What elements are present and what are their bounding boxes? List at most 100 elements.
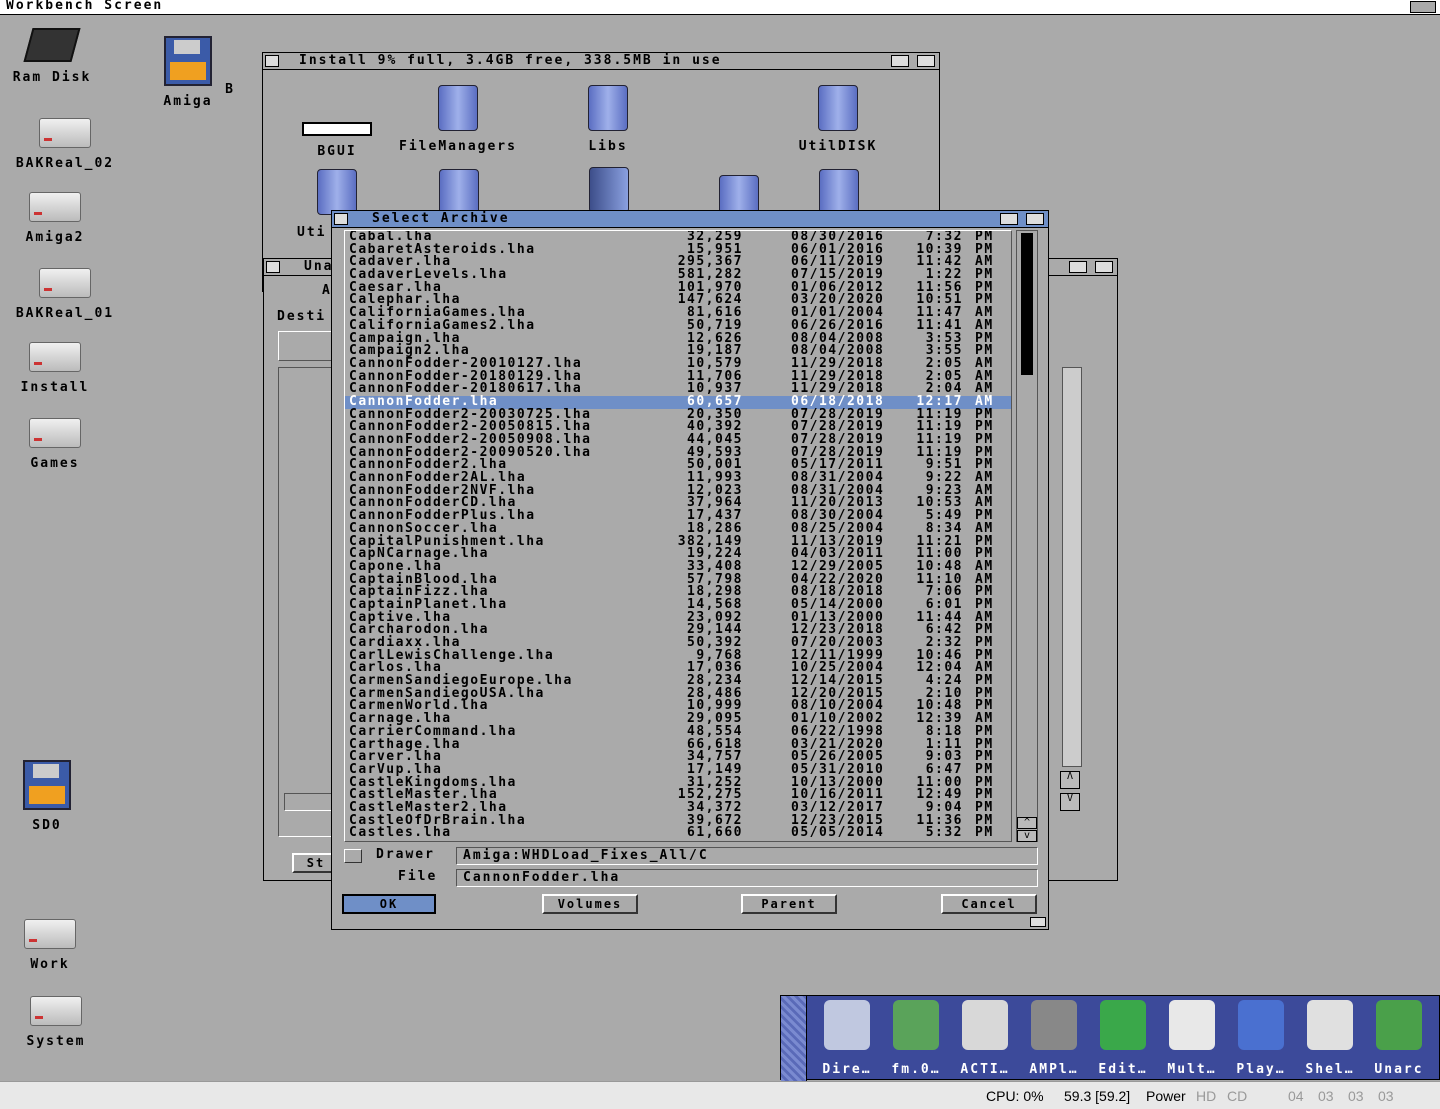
- desktop-icon-games[interactable]: Games: [5, 412, 105, 471]
- harddisk-icon: [29, 418, 81, 448]
- magnifier-icon: [1169, 1000, 1215, 1050]
- requester-title: Select Archive: [372, 211, 510, 226]
- unarc-list[interactable]: [278, 367, 338, 837]
- install-item-utildisk[interactable]: UtilDISK: [793, 85, 883, 154]
- volumes-button[interactable]: Volumes: [542, 894, 638, 914]
- zoom-gadget-icon[interactable]: [1069, 261, 1087, 273]
- scroll-thumb[interactable]: [1021, 233, 1033, 375]
- unarc-scrollbar[interactable]: [1062, 367, 1082, 767]
- file-field[interactable]: CannonFodder.lha: [456, 869, 1038, 887]
- zoom-gadget-icon[interactable]: [1000, 213, 1018, 225]
- close-gadget-icon[interactable]: [334, 213, 348, 225]
- dock-item[interactable]: Play…: [1229, 1000, 1293, 1077]
- dock-item[interactable]: Edit…: [1091, 1000, 1155, 1077]
- desktop-icon-work[interactable]: Work: [0, 913, 100, 972]
- cd-led: CD: [1227, 1088, 1248, 1104]
- drawer-label: Drawer: [376, 847, 435, 862]
- dock-item[interactable]: fm.0…: [884, 1000, 948, 1077]
- dock-bar: Dire… fm.0… ACTI… AMPl… Edit… Mult… Play… Shel……: [780, 995, 1440, 1081]
- parent-button[interactable]: Parent: [741, 894, 837, 914]
- file-name: Castles.lha: [349, 825, 452, 841]
- depth-gadget-icon[interactable]: [917, 55, 935, 67]
- scroll-down-icon[interactable]: v: [1017, 830, 1037, 842]
- select-archive-requester: Select Archive Cabal.lha 32,259 08/30/2016…: [331, 210, 1049, 930]
- screen-depth-gadget[interactable]: [1410, 1, 1436, 13]
- desktop-icon-sd0[interactable]: SD0: [0, 760, 97, 833]
- directory-opus-icon: [824, 1000, 870, 1050]
- drawer-field[interactable]: Amiga:WHDLoad_Fixes_All/C: [456, 847, 1038, 865]
- desktop-icon-b[interactable]: B: [200, 50, 260, 97]
- dock-item-label: Edit…: [1098, 1062, 1148, 1077]
- depth-gadget-icon[interactable]: [1026, 213, 1044, 225]
- dock-item-label: Unarc: [1374, 1062, 1424, 1077]
- dock-item[interactable]: Dire…: [815, 1000, 879, 1077]
- dock-item-label: Shel…: [1305, 1062, 1355, 1077]
- file-row[interactable]: CarlLewisChallenge.lha 9,768 12/11/1999 10:…: [345, 649, 1011, 663]
- unarc-input[interactable]: [284, 793, 336, 811]
- harddisk-icon: [24, 919, 76, 949]
- fps-status: 59.3 [59.2]: [1064, 1088, 1131, 1104]
- shell-icon: [1307, 1000, 1353, 1050]
- file-list-scrollbar[interactable]: [1016, 230, 1038, 842]
- dock-item[interactable]: AMPl…: [1022, 1000, 1086, 1077]
- dock-handle[interactable]: [781, 996, 807, 1081]
- dock-item[interactable]: ACTI…: [953, 1000, 1017, 1077]
- file-time: 5:32: [925, 825, 963, 841]
- dock-item-label: AMPl…: [1029, 1062, 1079, 1077]
- host-status-bar: CPU: 0% 59.3 [59.2] Power HD CD 04 03 03…: [0, 1081, 1440, 1109]
- drive-counter-0: 04: [1288, 1088, 1304, 1104]
- drawer-icon: [438, 85, 478, 131]
- screen-title-bar: Workbench Screen: [0, 0, 1440, 15]
- zoom-gadget-icon[interactable]: [891, 55, 909, 67]
- file-row[interactable]: Carver.lha 34,757 05/26/2005 9:03 PM: [345, 750, 1011, 764]
- scroll-down-icon[interactable]: V: [1060, 793, 1080, 811]
- activity-icon: [962, 1000, 1008, 1050]
- close-gadget-icon[interactable]: [265, 55, 279, 67]
- dock-item-label: Dire…: [822, 1062, 872, 1077]
- drive-counter-3: 03: [1378, 1088, 1394, 1104]
- file-row[interactable]: CapNCarnage.lha 19,224 04/03/2011 11:00 PM: [345, 547, 1011, 561]
- file-label: File: [398, 869, 438, 884]
- dock-item-label: ACTI…: [960, 1062, 1010, 1077]
- file-ampm: PM: [975, 825, 994, 841]
- dock-item[interactable]: Mult…: [1160, 1000, 1224, 1077]
- install-item-filemanagers[interactable]: FileManagers: [393, 85, 523, 154]
- drawer-icon: [588, 85, 628, 131]
- close-gadget-icon[interactable]: [266, 261, 280, 273]
- dock-item[interactable]: Unarc: [1367, 1000, 1431, 1077]
- desktop-icon-bakreal-01[interactable]: BAKReal_01: [15, 262, 115, 321]
- ok-button[interactable]: OK: [342, 894, 436, 914]
- drive-counter-2: 03: [1348, 1088, 1364, 1104]
- scroll-up-icon[interactable]: Λ: [1060, 771, 1080, 789]
- depth-gadget-icon[interactable]: [1095, 261, 1113, 273]
- file-row[interactable]: Castles.lha 61,660 05/05/2014 5:32 PM: [345, 825, 1011, 841]
- scroll-up-icon[interactable]: ^: [1017, 817, 1037, 829]
- resize-gadget-icon[interactable]: [1030, 917, 1046, 927]
- file-date: 05/05/2014: [791, 825, 885, 841]
- desktop-icon-bakreal-02[interactable]: BAKReal_02: [15, 112, 115, 171]
- drawer-icon: [818, 85, 858, 131]
- cancel-button[interactable]: Cancel: [941, 894, 1037, 914]
- drawer-icon: [439, 169, 479, 215]
- desktop-icon-install[interactable]: Install: [5, 336, 105, 395]
- file-size: 61,660: [687, 825, 743, 841]
- floppy-icon: [23, 760, 71, 810]
- unarc-cube-icon: [1376, 1000, 1422, 1050]
- install-item-bgui[interactable]: BGUI: [299, 121, 375, 159]
- drawer-icon: [819, 169, 859, 215]
- install-item-libs[interactable]: Libs: [573, 85, 643, 154]
- notepad-icon: [1100, 1000, 1146, 1050]
- desktop-icon-system[interactable]: System: [6, 990, 106, 1049]
- drawer-icon: [317, 169, 357, 215]
- drawer-checkbox[interactable]: [344, 849, 362, 863]
- dock-item[interactable]: Shel…: [1298, 1000, 1362, 1077]
- file-row[interactable]: Carthage.lha 66,618 03/21/2020 1:11 PM: [345, 738, 1011, 752]
- unarc-list-frame: [278, 331, 338, 361]
- harddisk-icon: [30, 996, 82, 1026]
- requester-titlebar[interactable]: Select Archive: [332, 211, 1048, 228]
- hd-led: HD: [1196, 1088, 1217, 1104]
- install-window-titlebar[interactable]: Install 9% full, 3.4GB free, 338.5MB in …: [263, 53, 939, 70]
- file-list[interactable]: Cabal.lha 32,259 08/30/2016 7:32 PM CabaretAs…: [344, 230, 1012, 842]
- desktop-icon-ram-disk[interactable]: Ram Disk: [2, 28, 102, 85]
- desktop-icon-amiga2[interactable]: Amiga2: [5, 186, 105, 245]
